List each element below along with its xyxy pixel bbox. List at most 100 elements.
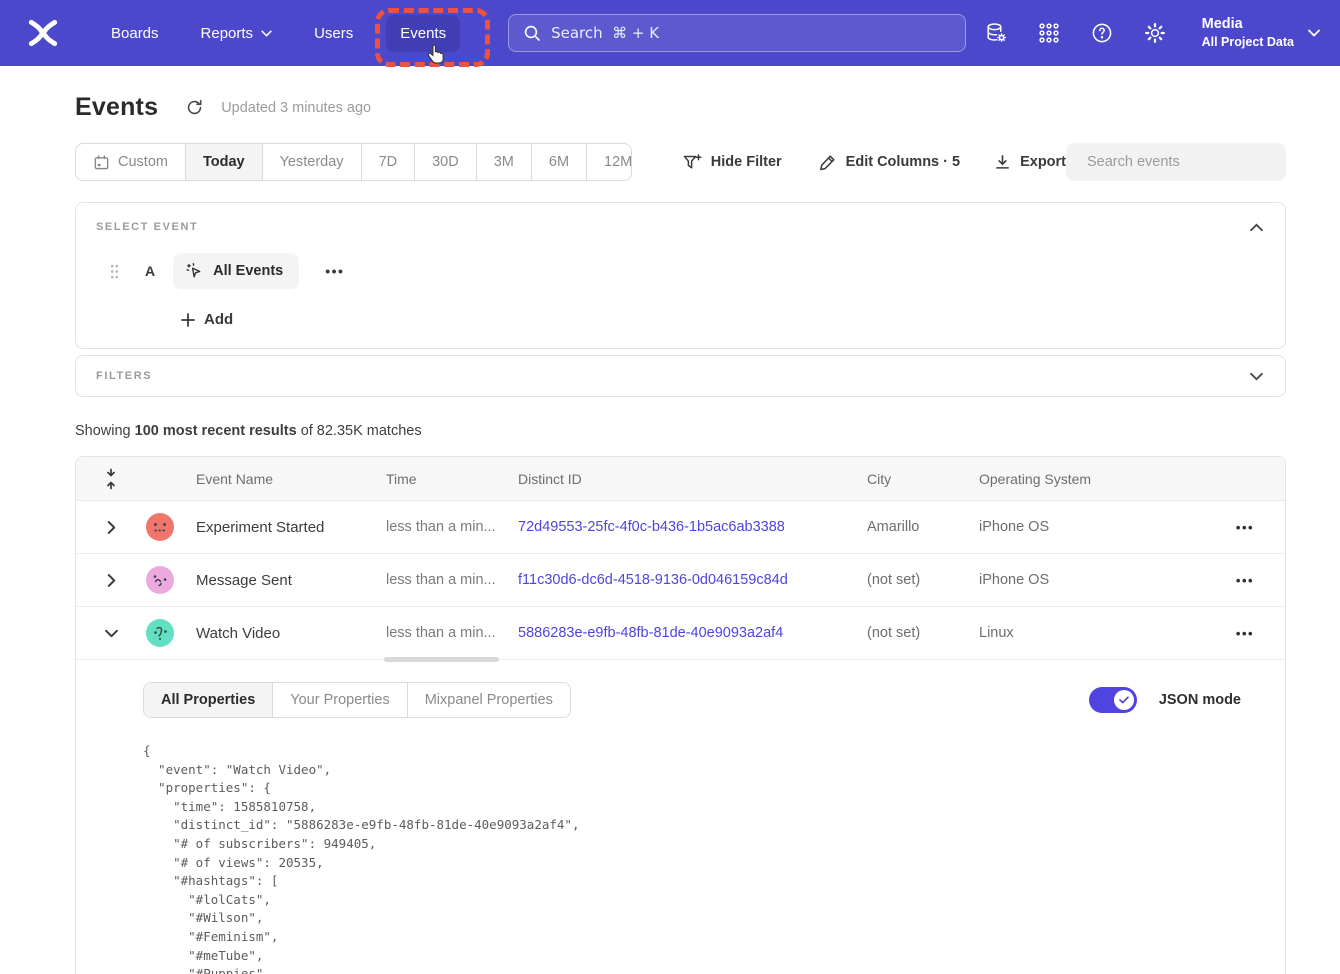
os-cell: iPhone OS (979, 572, 1205, 588)
filters-label: FILTERS (96, 370, 152, 382)
nav-item-events[interactable]: Events (386, 15, 460, 52)
search-icon (523, 24, 541, 42)
column-header-event-name[interactable]: Event Name (196, 471, 386, 487)
collapse-panel-chevron-up-icon[interactable] (1250, 223, 1263, 232)
filter-funnel-icon (683, 154, 702, 171)
distinct-id-link[interactable]: f11c30d6-dc6d-4518-9136-0d046159c84d (518, 572, 867, 588)
settings-gear-icon[interactable] (1143, 21, 1167, 45)
date-range-30d[interactable]: 30D (415, 144, 477, 180)
nav-item-boards[interactable]: Boards (90, 15, 180, 52)
collapse-all-icon[interactable] (104, 468, 118, 490)
project-switcher[interactable]: Media All Project Data (1202, 15, 1320, 51)
json-mode-toggle[interactable] (1089, 687, 1137, 713)
distinct-id-link[interactable]: 5886283e-e9fb-48fb-81de-40e9093a2af4 (518, 625, 867, 641)
project-subtitle: All Project Data (1202, 34, 1294, 51)
tab-your-properties[interactable]: Your Properties (273, 683, 407, 717)
expand-row-chevron-right-icon[interactable] (107, 574, 116, 587)
os-cell: Linux (979, 625, 1205, 641)
event-avatar (146, 566, 174, 594)
event-row-letter: A (145, 263, 155, 279)
row-more-button[interactable]: ••• (1205, 626, 1285, 641)
last-updated-text: Updated 3 minutes ago (221, 100, 371, 116)
date-range-custom[interactable]: Custom (76, 144, 186, 180)
cursor-pointer-icon (426, 43, 448, 69)
time-cell: less than a min... (386, 625, 518, 641)
drag-handle-icon[interactable] (110, 264, 119, 279)
column-header-os[interactable]: Operating System (979, 471, 1205, 487)
time-cell: less than a min... (386, 519, 518, 535)
table-row[interactable]: Experiment Started less than a min... 72… (76, 501, 1285, 554)
event-pill-label: All Events (213, 263, 283, 279)
hide-filter-button[interactable]: Hide Filter (683, 154, 782, 171)
date-range-7d[interactable]: 7D (362, 144, 416, 180)
event-selector-pill[interactable]: All Events (173, 253, 299, 289)
event-name-cell: Message Sent (196, 572, 386, 589)
table-header-row: Event Name Time Distinct ID City Operati… (76, 457, 1285, 501)
event-avatar (146, 619, 174, 647)
properties-tabs: All Properties Your Properties Mixpanel … (143, 682, 571, 718)
data-management-icon[interactable] (984, 21, 1008, 45)
toggle-knob (1114, 690, 1134, 710)
tab-all-properties[interactable]: All Properties (144, 683, 273, 717)
os-cell: iPhone OS (979, 519, 1205, 535)
tab-mixpanel-properties[interactable]: Mixpanel Properties (408, 683, 570, 717)
row-more-button[interactable]: ••• (1205, 573, 1285, 588)
event-name-cell: Watch Video (196, 625, 386, 642)
pencil-icon (819, 153, 837, 171)
global-search[interactable] (508, 14, 966, 52)
export-button[interactable]: Export (994, 154, 1066, 171)
calendar-icon (93, 154, 110, 171)
event-detail-panel: All Properties Your Properties Mixpanel … (76, 660, 1285, 974)
time-cell: less than a min... (386, 572, 518, 588)
event-json-payload: { "event": "Watch Video", "properties": … (143, 742, 1263, 974)
table-row-expanded[interactable]: Watch Video less than a min... 5886283e-… (76, 607, 1285, 660)
json-mode-label: JSON mode (1159, 692, 1241, 708)
event-cursor-icon (185, 262, 204, 281)
events-table: Event Name Time Distinct ID City Operati… (75, 456, 1286, 974)
horizontal-scrollbar-thumb[interactable] (384, 657, 499, 662)
select-event-label: SELECT EVENT (96, 221, 198, 233)
date-range-6m[interactable]: 6M (532, 144, 587, 180)
nav-item-users[interactable]: Users (293, 15, 374, 52)
date-range-today[interactable]: Today (186, 144, 263, 180)
city-cell: (not set) (867, 625, 979, 641)
results-summary: Showing 100 most recent results of 82.35… (75, 423, 1286, 439)
plus-icon (181, 313, 195, 327)
page-title: Events (75, 93, 158, 122)
search-events-input[interactable] (1087, 154, 1274, 170)
date-range-12m[interactable]: 12M (587, 144, 632, 180)
mixpanel-logo-icon[interactable] (26, 16, 60, 50)
date-range-3m[interactable]: 3M (477, 144, 532, 180)
column-header-city[interactable]: City (867, 471, 979, 487)
collapse-row-chevron-down-icon[interactable] (105, 629, 118, 638)
primary-nav: Boards Reports Users Events (90, 15, 460, 52)
event-name-cell: Experiment Started (196, 519, 386, 536)
search-events-box[interactable] (1066, 143, 1286, 181)
table-row[interactable]: Message Sent less than a min... f11c30d6… (76, 554, 1285, 607)
global-search-input[interactable] (551, 24, 951, 42)
city-cell: (not set) (867, 572, 979, 588)
edit-columns-button[interactable]: Edit Columns · 5 (819, 153, 960, 171)
column-header-distinct-id[interactable]: Distinct ID (518, 471, 867, 487)
city-cell: Amarillo (867, 519, 979, 535)
column-header-time[interactable]: Time (386, 471, 518, 487)
nav-item-reports[interactable]: Reports (180, 15, 294, 52)
add-event-button[interactable]: Add (181, 311, 1263, 328)
select-event-panel: SELECT EVENT A All Events ••• Add (75, 202, 1286, 349)
download-icon (994, 154, 1011, 171)
expand-filters-chevron-down-icon[interactable] (1250, 372, 1263, 381)
chevron-down-icon (1308, 29, 1320, 37)
help-icon[interactable] (1090, 21, 1114, 45)
filters-panel[interactable]: FILTERS (75, 355, 1286, 397)
row-more-button[interactable]: ••• (1205, 520, 1285, 535)
chevron-down-icon (261, 30, 272, 37)
event-row-more-button[interactable]: ••• (325, 263, 344, 279)
apps-grid-icon[interactable] (1037, 21, 1061, 45)
check-icon (1119, 696, 1129, 704)
refresh-icon[interactable] (185, 98, 204, 117)
date-range-selector: Custom Today Yesterday 7D 30D 3M 6M 12M (75, 143, 632, 181)
expand-row-chevron-right-icon[interactable] (107, 521, 116, 534)
date-range-yesterday[interactable]: Yesterday (263, 144, 362, 180)
event-avatar (146, 513, 174, 541)
distinct-id-link[interactable]: 72d49553-25fc-4f0c-b436-1b5ac6ab3388 (518, 519, 867, 535)
